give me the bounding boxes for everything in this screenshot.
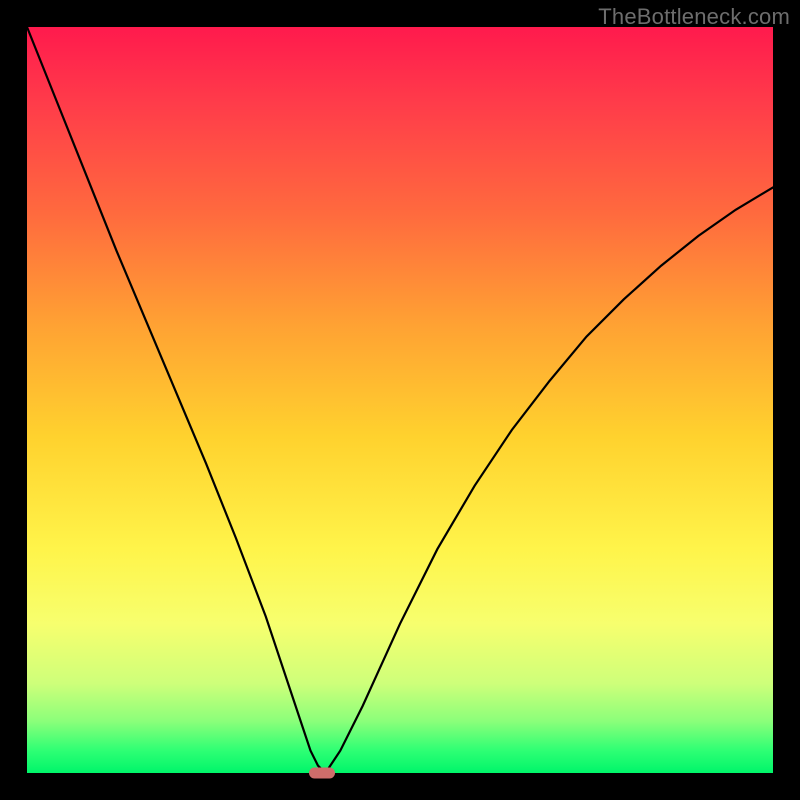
bottleneck-curve bbox=[27, 27, 773, 773]
valley-marker bbox=[309, 768, 335, 779]
curve-layer bbox=[27, 27, 773, 773]
plot-area bbox=[27, 27, 773, 773]
chart-frame: TheBottleneck.com bbox=[0, 0, 800, 800]
watermark-text: TheBottleneck.com bbox=[598, 4, 790, 30]
